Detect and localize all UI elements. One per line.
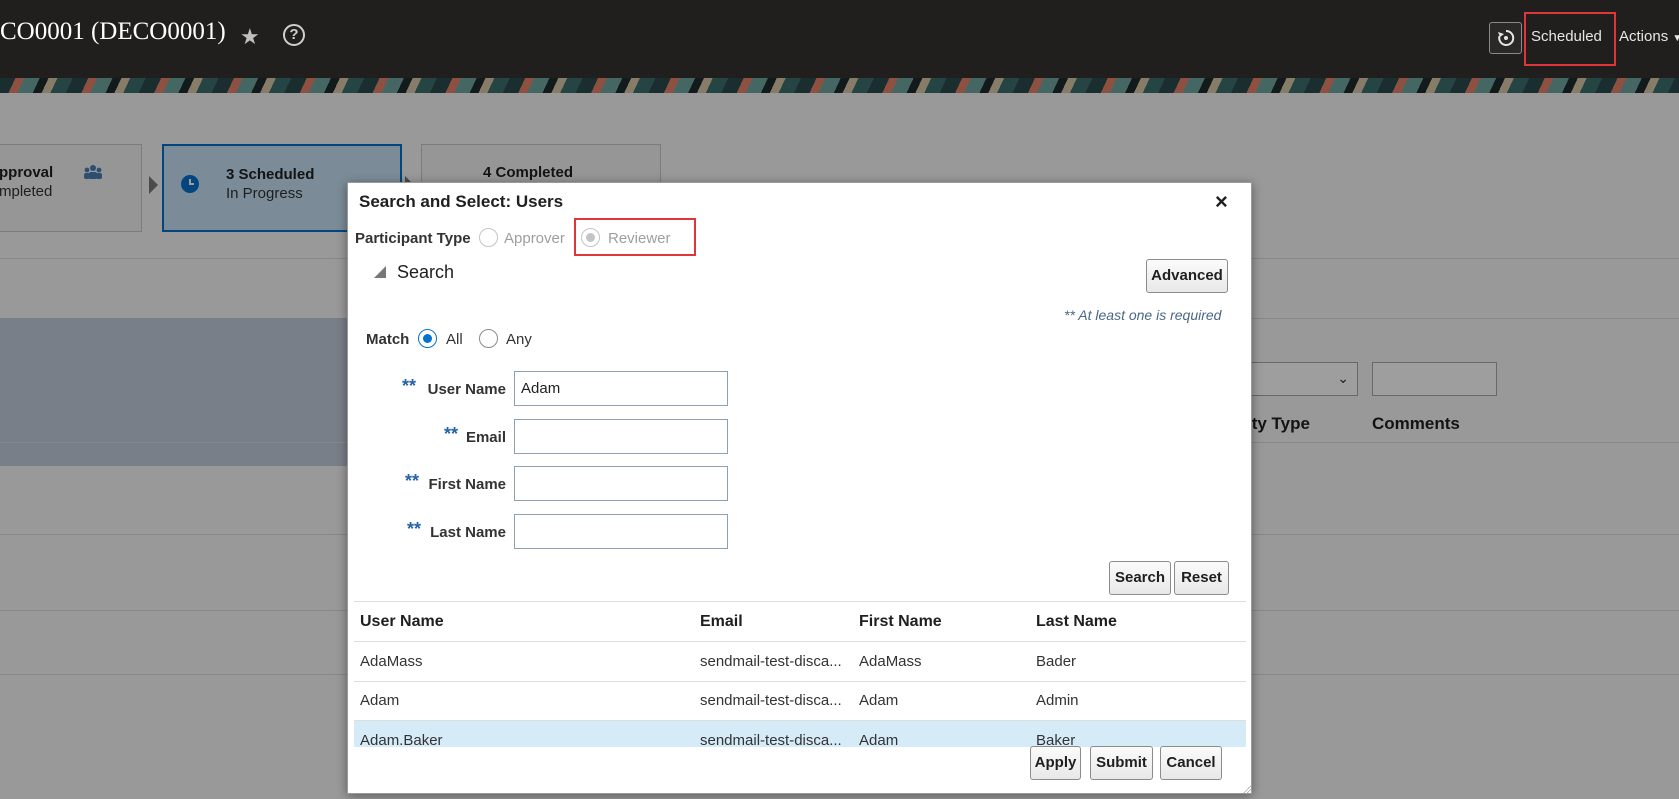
collapse-triangle-icon[interactable] bbox=[374, 266, 386, 278]
approver-label: Approver bbox=[504, 230, 565, 247]
participant-type-label: Participant Type bbox=[355, 230, 471, 247]
match-any-label: Any bbox=[506, 331, 532, 348]
cell-email: sendmail-test-disca... bbox=[700, 692, 842, 709]
actions-menu[interactable]: Actions ▼ bbox=[1619, 28, 1679, 45]
match-any-radio[interactable] bbox=[479, 329, 498, 348]
search-button[interactable]: Search bbox=[1109, 561, 1171, 595]
cell-last-name: Baker bbox=[1036, 732, 1076, 747]
cell-user-name: AdaMass bbox=[360, 653, 423, 670]
cell-user-name: Adam.Baker bbox=[360, 732, 443, 747]
cell-last-name: Bader bbox=[1036, 653, 1077, 670]
dialog-title: Search and Select: Users bbox=[359, 192, 564, 211]
column-header-user-name[interactable]: User Name bbox=[360, 613, 444, 631]
refresh-button[interactable] bbox=[1489, 22, 1522, 54]
email-label: Email bbox=[465, 429, 506, 446]
refresh-icon bbox=[1498, 29, 1515, 46]
user-name-label: User Name bbox=[427, 381, 506, 398]
highlight-box-reviewer bbox=[574, 218, 696, 256]
cell-first-name: Adam bbox=[859, 692, 899, 709]
email-input[interactable] bbox=[514, 419, 728, 454]
top-header: CO0001 (DECO0001) ★ ? Scheduled Actions … bbox=[0, 0, 1679, 78]
required-note: ** At least one is required bbox=[1064, 307, 1222, 323]
highlight-box-scheduled bbox=[1524, 12, 1616, 66]
advanced-button[interactable]: Advanced bbox=[1146, 259, 1228, 293]
match-all-radio[interactable] bbox=[418, 329, 437, 348]
first-name-label: First Name bbox=[428, 476, 506, 493]
cell-first-name: Adam bbox=[859, 732, 899, 747]
close-icon[interactable]: × bbox=[1215, 189, 1228, 215]
cell-email: sendmail-test-disca... bbox=[700, 732, 842, 747]
first-name-input[interactable] bbox=[514, 466, 728, 501]
favorite-star-icon[interactable]: ★ bbox=[240, 24, 260, 50]
cell-first-name: AdaMass bbox=[859, 653, 922, 670]
help-icon[interactable]: ? bbox=[283, 24, 305, 46]
chevron-down-icon: ▼ bbox=[1672, 33, 1679, 44]
cell-user-name: Adam bbox=[360, 692, 400, 709]
last-name-input[interactable] bbox=[514, 514, 728, 549]
column-header-email[interactable]: Email bbox=[700, 613, 743, 631]
table-row[interactable]: AdaMass sendmail-test-disca... AdaMass B… bbox=[354, 642, 1246, 681]
submit-button[interactable]: Submit bbox=[1090, 746, 1153, 780]
table-row[interactable]: Adam sendmail-test-disca... Adam Admin bbox=[354, 681, 1246, 720]
last-name-label: Last Name bbox=[430, 524, 506, 541]
search-section-header[interactable]: Search bbox=[397, 262, 454, 283]
actions-label: Actions bbox=[1619, 28, 1669, 45]
reset-button[interactable]: Reset bbox=[1174, 561, 1229, 595]
user-name-input[interactable] bbox=[514, 371, 728, 406]
table-row-selected[interactable]: Adam.Baker sendmail-test-disca... Adam B… bbox=[354, 721, 1246, 747]
search-select-users-dialog: Search and Select: Users × Participant T… bbox=[347, 182, 1252, 794]
resize-grip-icon[interactable] bbox=[1241, 783, 1251, 793]
column-header-last-name[interactable]: Last Name bbox=[1036, 613, 1117, 631]
table-divider bbox=[354, 601, 1246, 602]
cancel-button[interactable]: Cancel bbox=[1160, 746, 1222, 780]
cell-last-name: Admin bbox=[1036, 692, 1079, 709]
cell-email: sendmail-test-disca... bbox=[700, 653, 842, 670]
column-header-first-name[interactable]: First Name bbox=[859, 613, 942, 631]
match-all-label: All bbox=[446, 331, 463, 348]
approver-radio[interactable] bbox=[479, 228, 498, 247]
apply-button[interactable]: Apply bbox=[1030, 746, 1081, 780]
page-title: CO0001 (DECO0001) bbox=[0, 18, 226, 45]
match-label: Match bbox=[366, 331, 410, 348]
